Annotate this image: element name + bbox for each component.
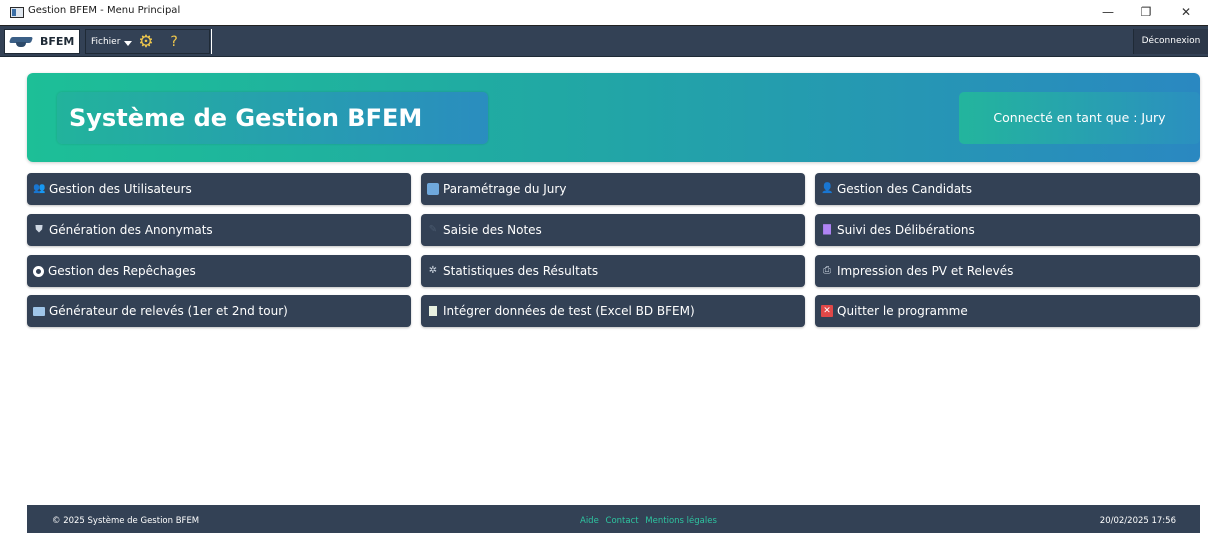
results-stats-button[interactable]: ✲ Statistiques des Résultats bbox=[421, 255, 805, 287]
button-label: Gestion des Candidats bbox=[837, 182, 973, 196]
shield-icon: ⛊ bbox=[35, 224, 43, 235]
footer-link-contact[interactable]: Contact bbox=[606, 516, 639, 526]
jury-settings-button[interactable]: Paramétrage du Jury bbox=[421, 173, 805, 205]
close-icon: ✕ bbox=[821, 305, 833, 317]
deliberations-button[interactable]: ▇ Suivi des Délibérations bbox=[815, 214, 1200, 246]
home-logo-button[interactable]: BFEM bbox=[4, 29, 80, 54]
circle-icon bbox=[33, 265, 44, 277]
chevron-down-icon bbox=[124, 41, 133, 46]
header-banner: Système de Gestion BFEM Connecté en tant… bbox=[27, 73, 1200, 162]
window-titlebar: Gestion BFEM - Menu Principal — ❐ ✕ bbox=[0, 0, 1208, 25]
anonymat-generation-button[interactable]: ⛊ Génération des Anonymats bbox=[27, 214, 411, 246]
button-label: Saisie des Notes bbox=[443, 223, 542, 237]
button-label: Intégrer données de test (Excel BD BFEM) bbox=[443, 304, 695, 318]
quit-button[interactable]: ✕ Quitter le programme bbox=[815, 295, 1200, 327]
logo-text: BFEM bbox=[40, 35, 75, 48]
grades-entry-button[interactable]: ✎ Saisie des Notes bbox=[421, 214, 805, 246]
print-pv-button[interactable]: ⎙ Impression des PV et Relevés bbox=[815, 255, 1200, 287]
footer-datetime: 20/02/2025 17:56 bbox=[1099, 516, 1176, 526]
button-label: Générateur de relevés (1er et 2nd tour) bbox=[49, 304, 288, 318]
button-label: Gestion des Utilisateurs bbox=[49, 182, 192, 196]
fichier-menu[interactable]: Fichier ⚙ ? bbox=[85, 29, 210, 54]
footer-link-aide[interactable]: Aide bbox=[580, 516, 599, 526]
footer: © 2025 Système de Gestion BFEM Aide Cont… bbox=[27, 505, 1200, 533]
transcript-generator-button[interactable]: Générateur de relevés (1er et 2nd tour) bbox=[27, 295, 411, 327]
close-window-icon[interactable]: ✕ bbox=[1171, 2, 1201, 22]
button-label: Suivi des Délibérations bbox=[837, 223, 975, 237]
button-label: Paramétrage du Jury bbox=[443, 182, 567, 196]
candidates-icon: 👤 bbox=[821, 183, 834, 194]
button-label: Quitter le programme bbox=[837, 304, 968, 318]
jury-icon bbox=[427, 183, 439, 195]
users-icon: 👥 bbox=[33, 183, 46, 194]
button-label: Gestion des Repêchages bbox=[48, 264, 196, 278]
chart-icon: ▇ bbox=[823, 224, 831, 235]
excel-icon bbox=[429, 306, 437, 316]
button-label: Statistiques des Résultats bbox=[443, 264, 599, 278]
stats-icon: ✲ bbox=[428, 265, 438, 276]
graduation-cap-icon bbox=[10, 35, 32, 49]
button-label: Impression des PV et Relevés bbox=[837, 264, 1014, 278]
maximize-icon[interactable]: ❐ bbox=[1131, 2, 1161, 22]
repechage-button[interactable]: Gestion des Repêchages bbox=[27, 255, 411, 287]
candidates-management-button[interactable]: 👤 Gestion des Candidats bbox=[815, 173, 1200, 205]
edit-icon: ✎ bbox=[428, 224, 438, 235]
users-management-button[interactable]: 👥 Gestion des Utilisateurs bbox=[27, 173, 411, 205]
sheet-icon bbox=[33, 306, 45, 316]
import-test-data-button[interactable]: Intégrer données de test (Excel BD BFEM) bbox=[421, 295, 805, 327]
logout-button[interactable]: Déconnexion bbox=[1133, 29, 1208, 54]
footer-link-mentions[interactable]: Mentions légales bbox=[645, 516, 717, 526]
printer-icon: ⎙ bbox=[823, 265, 831, 276]
gear-icon[interactable]: ⚙ bbox=[138, 33, 156, 51]
connected-user-badge: Connecté en tant que : Jury bbox=[959, 92, 1200, 144]
copyright-text: © 2025 Système de Gestion BFEM bbox=[52, 516, 200, 526]
toolbar: BFEM Fichier ⚙ ? Déconnexion bbox=[0, 25, 1208, 57]
fichier-menu-label: Fichier bbox=[91, 36, 121, 47]
button-label: Génération des Anonymats bbox=[49, 223, 213, 237]
help-icon[interactable]: ? bbox=[170, 34, 177, 50]
toolbar-divider bbox=[211, 29, 212, 54]
footer-links: Aide Contact Mentions légales bbox=[580, 516, 721, 526]
window-title: Gestion BFEM - Menu Principal bbox=[28, 5, 181, 16]
minimize-icon[interactable]: — bbox=[1093, 2, 1123, 22]
page-title: Système de Gestion BFEM bbox=[57, 92, 488, 144]
app-window-icon bbox=[10, 7, 24, 18]
